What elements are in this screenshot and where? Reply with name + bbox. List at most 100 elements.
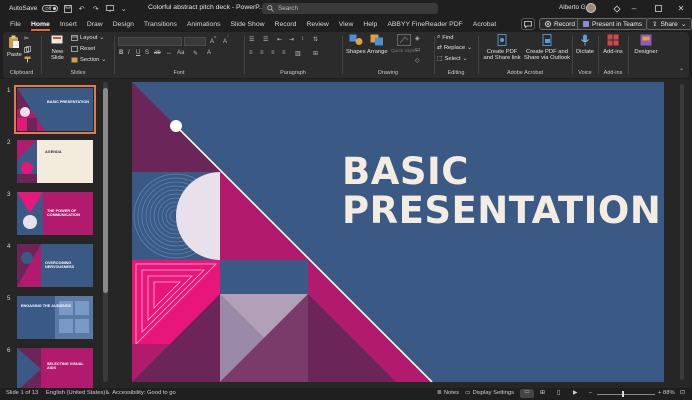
shape-effects-icon[interactable]: ◇ [415,57,420,64]
current-slide[interactable]: BASIC PRESENTATION [132,82,664,382]
save-icon[interactable] [63,4,72,13]
strikethrough-icon[interactable]: ab [154,50,161,56]
tab-help[interactable]: Help [358,17,382,32]
replace-button[interactable]: ⇄ Replace ⌄ [437,45,472,51]
zoom-out-icon[interactable]: – [589,390,592,396]
tab-animations[interactable]: Animations [182,17,226,32]
maximize-icon[interactable] [647,0,669,17]
undo-icon[interactable]: ↶ [77,4,86,13]
slide-thumbnail-2[interactable]: AGENDA [17,140,93,183]
zoom-slider-thumb[interactable] [622,391,624,397]
align-center-icon[interactable]: ≡ [260,50,264,56]
align-right-icon[interactable]: ≡ [271,50,275,56]
underline-icon[interactable]: U [136,50,140,56]
bold-icon[interactable]: B [119,50,123,56]
decrease-indent-icon[interactable]: ⇤ [277,36,282,43]
tab-transitions[interactable]: Transitions [139,17,182,32]
tab-review[interactable]: Review [301,17,333,32]
line-spacing-icon[interactable]: ↕ [301,36,304,42]
slide-thumbnail-5[interactable]: ENGAGING THE AUDIENCE [17,296,93,339]
share-button[interactable]: ⇪ Share ⌄ [646,18,692,30]
close-icon[interactable]: ✕ [670,0,692,17]
tab-abbyy[interactable]: ABBYY FineReader PDF [382,17,467,32]
slide-thumbnail-6[interactable]: SELECTING VISUAL AIDS [17,348,93,391]
bullets-icon[interactable]: ☰ [249,36,254,43]
italic-icon[interactable]: I [128,50,130,56]
tab-acrobat[interactable]: Acrobat [468,17,501,32]
present-in-teams-button[interactable]: Present in Teams [577,18,649,30]
reset-button[interactable]: Reset [71,46,95,52]
create-pdf-share-link-button[interactable]: Create PDF and Share link [481,34,523,62]
zoom-slider[interactable] [597,394,655,395]
accessibility-status[interactable]: ♿ Accessibility: Good to go [105,390,176,396]
collapse-ribbon-icon[interactable]: ⌃ [679,68,684,75]
increase-indent-icon[interactable]: ⇥ [289,36,294,43]
shape-outline-icon[interactable]: ▭ [415,46,421,53]
arrange-button[interactable]: Arrange [367,34,388,55]
customize-qat-icon[interactable]: ⌄ [119,4,128,13]
slide-sorter-icon[interactable]: ⊞ [540,390,545,396]
minimize-icon[interactable]: – [623,0,645,17]
tab-slide-show[interactable]: Slide Show [226,17,270,32]
shadow-icon[interactable]: S [145,50,149,56]
slide-thumbnail-3[interactable]: THE POWER OF COMMUNICATION [17,192,93,235]
thumbnail-scrollbar[interactable] [102,82,109,382]
tab-home[interactable]: Home [26,17,55,32]
slide-thumbnail-1[interactable]: BASIC PRESENTATION [14,85,96,134]
character-spacing-icon[interactable]: ↔ [166,50,172,56]
language-indicator[interactable]: English (United States) [46,390,105,396]
reading-view-icon[interactable]: ▯ [557,390,560,396]
zoom-level[interactable]: 88% [663,390,675,396]
addins-button[interactable]: Add-ins [601,34,625,55]
record-button[interactable]: Record [539,18,581,30]
increase-font-icon[interactable]: A^ [210,36,216,45]
notes-button[interactable]: ≣ Notes [437,390,459,396]
tab-file[interactable]: File [5,17,26,32]
display-settings-button[interactable]: ▭ Display Settings [465,390,514,396]
comments-button[interactable] [521,18,535,30]
search-box[interactable]: Search [262,3,438,14]
user-name[interactable]: Alberto G [559,4,586,11]
zoom-in-icon[interactable]: + [658,390,661,396]
find-button[interactable]: ⌕ Find [437,34,454,41]
new-slide-button[interactable]: New Slide [51,35,64,62]
avatar[interactable] [586,3,596,13]
font-color-icon[interactable]: A [207,50,211,56]
justify-icon[interactable]: ≡ [282,50,286,56]
quick-styles-button[interactable]: Quick Styles [391,34,418,55]
scrollbar-knob[interactable] [103,88,108,293]
tab-design[interactable]: Design [108,17,139,32]
format-painter-icon[interactable] [24,56,31,63]
designer-button[interactable]: Designer [631,34,661,55]
tab-draw[interactable]: Draw [82,17,108,32]
tab-view[interactable]: View [334,17,359,32]
slideshow-view-icon[interactable]: ▶ [573,390,577,396]
align-left-icon[interactable]: ≡ [249,50,253,56]
copy-icon[interactable] [24,46,31,53]
tab-insert[interactable]: Insert [55,17,82,32]
autosave-toggle[interactable]: Off [42,5,59,12]
font-size-field[interactable] [184,37,206,46]
dictate-button[interactable]: Dictate [574,34,596,55]
create-pdf-outlook-button[interactable]: Create PDF and Share via Outlook [524,34,570,62]
smartart-icon[interactable]: ⊞ [313,50,318,57]
slide-title[interactable]: BASIC PRESENTATION [342,152,661,230]
tab-record[interactable]: Record [270,17,302,32]
redo-icon[interactable]: ↷ [91,4,100,13]
select-button[interactable]: ⬚ Select ⌄ [437,56,467,62]
editor-scrollbar[interactable] [678,82,686,382]
text-direction-icon[interactable]: ⇅ [313,36,318,43]
numbering-icon[interactable]: ☰ [263,36,268,43]
section-button[interactable]: Section ⌄ [71,57,106,63]
present-icon[interactable] [105,4,114,13]
shapes-button[interactable]: Shapes [346,34,366,55]
decrease-font-icon[interactable]: Aˇ [223,36,229,45]
fit-to-window-icon[interactable]: ⊡ [680,390,685,396]
paste-button[interactable]: Paste [7,35,22,58]
font-name-field[interactable] [118,37,182,46]
columns-icon[interactable]: ▥ [295,50,301,57]
layout-button[interactable]: Layout ⌄ [71,35,104,41]
highlight-icon[interactable]: ✎ [193,50,198,57]
slide-thumbnail-4[interactable]: OVERCOMING NERVOUSNESS [17,244,93,287]
cut-icon[interactable]: ✂ [24,36,29,42]
